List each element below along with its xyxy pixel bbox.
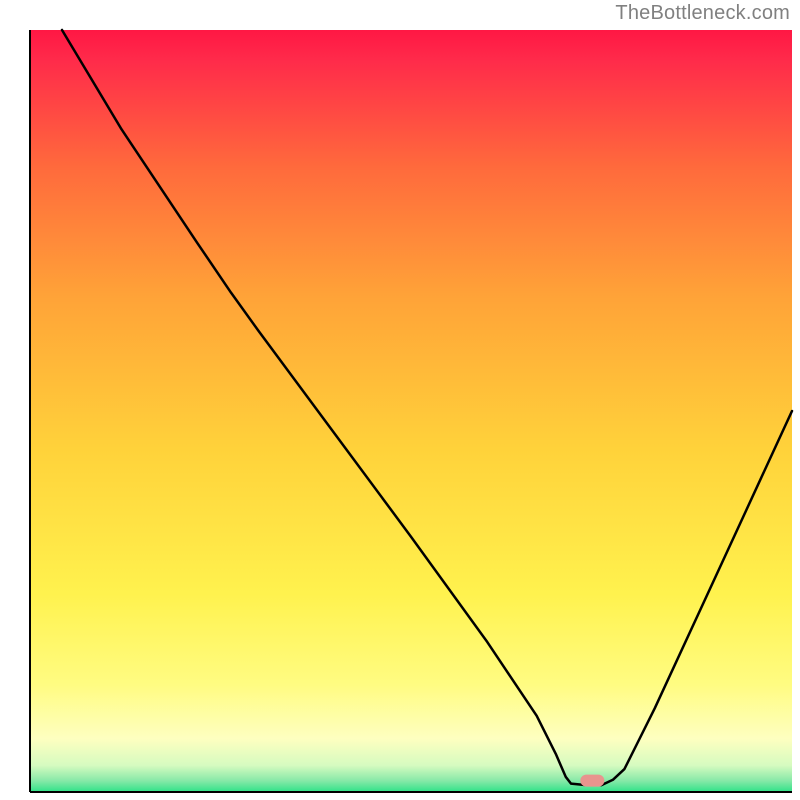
chart-container: TheBottleneck.com (0, 0, 800, 800)
plot-background (30, 30, 792, 792)
attribution-text: TheBottleneck.com (615, 2, 790, 25)
optimum-marker (580, 775, 604, 787)
bottleneck-curve-chart (0, 0, 800, 800)
